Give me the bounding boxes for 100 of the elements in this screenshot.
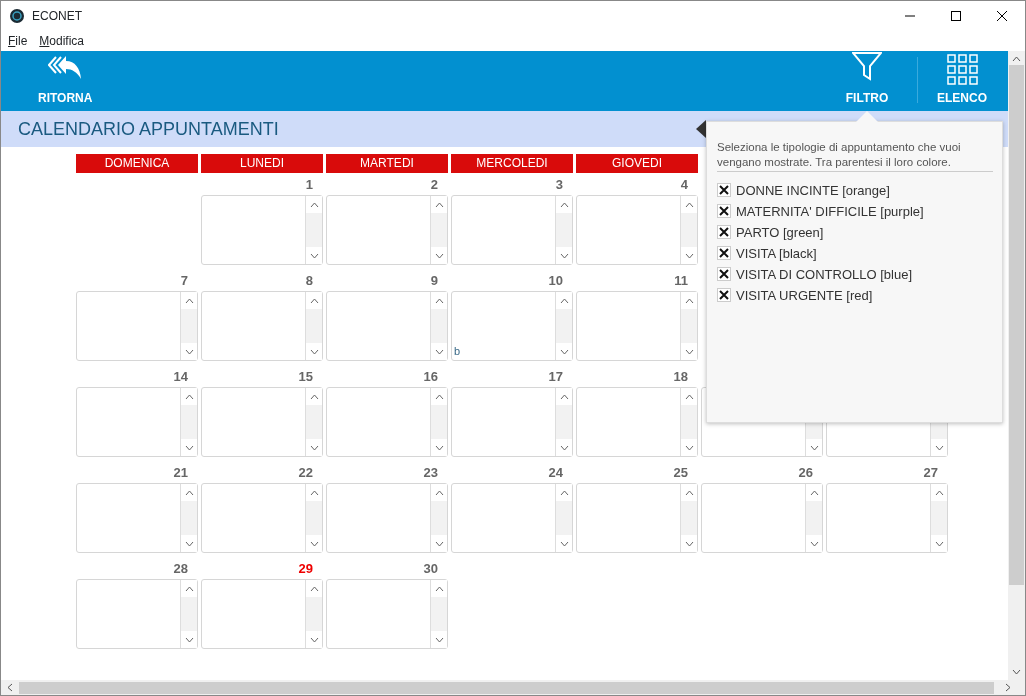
chevron-down-icon[interactable] [434,636,444,643]
chevron-up-icon[interactable] [684,393,694,400]
day-field[interactable] [326,291,448,361]
chevron-down-icon[interactable] [684,540,694,547]
chevron-down-icon[interactable] [184,636,194,643]
scroll-up-icon[interactable] [1012,56,1021,62]
day-field[interactable] [701,483,823,553]
scroll-left-icon[interactable] [7,683,13,692]
list-button[interactable]: ELENCO [932,51,992,111]
day-field[interactable] [451,483,573,553]
chevron-down-icon[interactable] [184,540,194,547]
day-field[interactable] [76,387,198,457]
day-field[interactable] [326,195,448,265]
chevron-up-icon[interactable] [184,489,194,496]
chevron-down-icon[interactable] [434,444,444,451]
day-number: 25 [672,464,689,482]
chevron-up-icon[interactable] [184,585,194,592]
chevron-up-icon[interactable] [434,489,444,496]
chevron-down-icon[interactable] [934,540,944,547]
day-field[interactable] [576,291,698,361]
chevron-up-icon[interactable] [184,297,194,304]
day-field[interactable] [201,291,323,361]
chevron-up-icon[interactable] [934,489,944,496]
chevron-up-icon[interactable] [559,393,569,400]
day-field[interactable] [576,387,698,457]
scroll-down-icon[interactable] [1012,669,1021,675]
chevron-up-icon[interactable] [809,489,819,496]
chevron-up-icon[interactable] [184,393,194,400]
appointment-entry[interactable]: b [454,342,461,359]
chevron-down-icon[interactable] [309,348,319,355]
chevron-down-icon[interactable] [684,348,694,355]
weekday-header: MARTEDI [326,154,448,173]
chevron-up-icon[interactable] [684,297,694,304]
chevron-up-icon[interactable] [434,393,444,400]
day-number: 23 [422,464,439,482]
back-button[interactable]: RITORNA [38,51,93,111]
day-field[interactable] [826,483,948,553]
chevron-down-icon[interactable] [184,348,194,355]
day-field[interactable] [201,483,323,553]
chevron-down-icon[interactable] [559,348,569,355]
chevron-down-icon[interactable] [934,444,944,451]
maximize-icon[interactable] [951,11,961,21]
scroll-right-icon[interactable] [1005,683,1011,692]
day-field[interactable]: b [451,291,573,361]
filter-button[interactable]: FILTRO [832,51,902,111]
chevron-down-icon[interactable] [309,252,319,259]
chevron-up-icon[interactable] [309,297,319,304]
chevron-up-icon[interactable] [309,585,319,592]
day-field[interactable] [326,579,448,649]
chevron-down-icon[interactable] [559,540,569,547]
chevron-up-icon[interactable] [309,489,319,496]
chevron-down-icon[interactable] [684,252,694,259]
chevron-down-icon[interactable] [559,444,569,451]
chevron-up-icon[interactable] [684,489,694,496]
day-field[interactable] [201,195,323,265]
chevron-down-icon[interactable] [809,444,819,451]
checkbox[interactable] [717,288,731,303]
chevron-down-icon[interactable] [309,444,319,451]
checkbox[interactable] [717,267,731,282]
chevron-down-icon[interactable] [309,540,319,547]
day-field[interactable] [576,195,698,265]
chevron-down-icon[interactable] [684,444,694,451]
day-field[interactable] [326,483,448,553]
day-field[interactable] [76,483,198,553]
day-field[interactable] [451,387,573,457]
vertical-scrollbar[interactable] [1008,51,1025,680]
chevron-up-icon[interactable] [434,297,444,304]
chevron-down-icon[interactable] [434,540,444,547]
chevron-up-icon[interactable] [434,585,444,592]
chevron-down-icon[interactable] [559,252,569,259]
day-field[interactable] [326,387,448,457]
checkbox[interactable] [717,225,731,240]
checkbox[interactable] [717,204,731,219]
day-field[interactable] [76,291,198,361]
checkbox[interactable] [717,183,731,198]
menu-item[interactable]: File [8,32,28,50]
day-number: 15 [297,368,314,386]
chevron-down-icon[interactable] [184,444,194,451]
chevron-down-icon[interactable] [309,636,319,643]
chevron-up-icon[interactable] [309,201,319,208]
chevron-up-icon[interactable] [559,489,569,496]
chevron-up-icon[interactable] [309,393,319,400]
day-field[interactable] [451,195,573,265]
menu-item[interactable]: Modifica [39,32,85,50]
day-field[interactable] [76,579,198,649]
chevron-up-icon[interactable] [684,201,694,208]
horizontal-scrollbar[interactable] [1,680,1025,695]
chevron-up-icon[interactable] [559,297,569,304]
close-icon[interactable] [997,11,1007,21]
chevron-down-icon[interactable] [434,348,444,355]
option-label: VISITA [black] [736,244,817,263]
day-field[interactable] [201,387,323,457]
chevron-down-icon[interactable] [434,252,444,259]
checkbox[interactable] [717,246,731,261]
chevron-down-icon[interactable] [809,540,819,547]
day-field[interactable] [201,579,323,649]
chevron-up-icon[interactable] [559,201,569,208]
chevron-up-icon[interactable] [434,201,444,208]
option-label: DONNE INCINTE [orange] [736,181,890,200]
day-field[interactable] [576,483,698,553]
